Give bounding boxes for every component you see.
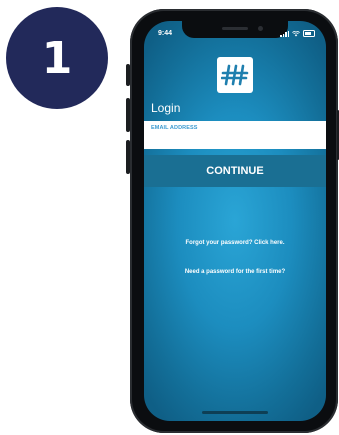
login-title: Login (151, 101, 181, 115)
phone-screen: 9:44 Login EMAIL ADDRESS CONTINUE Forgot… (144, 21, 326, 421)
first-time-password-link[interactable]: Need a password for the first time? (144, 269, 326, 275)
forgot-password-link[interactable]: Forgot your password? Click here. (144, 240, 326, 246)
step-number: 1 (41, 32, 73, 84)
continue-button[interactable]: CONTINUE (144, 155, 326, 187)
status-icons (280, 30, 315, 37)
battery-icon (303, 30, 315, 37)
hash-logo-icon (221, 64, 249, 86)
app-logo (217, 57, 253, 93)
notch (182, 21, 288, 38)
front-camera (258, 26, 263, 31)
wifi-icon (292, 30, 300, 36)
speaker (222, 27, 248, 30)
email-field-label: EMAIL ADDRESS (151, 125, 198, 131)
status-time: 9:44 (158, 30, 173, 37)
step-number-badge: 1 (6, 7, 108, 109)
home-indicator[interactable] (202, 411, 268, 414)
signal-icon (280, 30, 289, 37)
